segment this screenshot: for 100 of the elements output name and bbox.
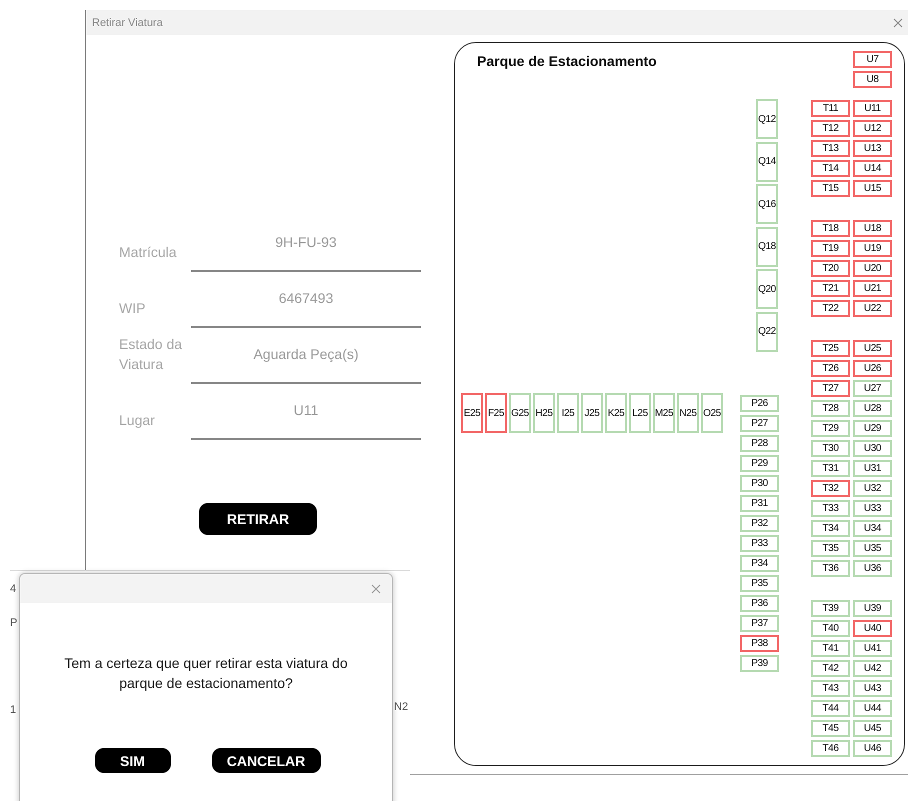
parking-spot[interactable]: P36 bbox=[740, 595, 779, 612]
parking-spot[interactable]: U7 bbox=[853, 51, 892, 68]
parking-spot[interactable]: P38 bbox=[740, 635, 779, 652]
parking-spot[interactable]: P35 bbox=[740, 575, 779, 592]
parking-spot[interactable]: O25 bbox=[701, 393, 723, 433]
parking-spot[interactable]: P37 bbox=[740, 615, 779, 632]
parking-spot[interactable]: T45 bbox=[811, 720, 850, 737]
parking-spot[interactable]: Q14 bbox=[756, 142, 778, 182]
parking-spot[interactable]: T21 bbox=[811, 280, 850, 297]
parking-spot[interactable]: U33 bbox=[853, 500, 892, 517]
parking-spot[interactable]: P28 bbox=[740, 435, 779, 452]
parking-spot[interactable]: U32 bbox=[853, 480, 892, 497]
parking-spot[interactable]: U34 bbox=[853, 520, 892, 537]
parking-spot[interactable]: T41 bbox=[811, 640, 850, 657]
parking-spot[interactable]: Q12 bbox=[756, 99, 778, 139]
parking-spot[interactable]: T13 bbox=[811, 140, 850, 157]
parking-spot[interactable]: G25 bbox=[509, 393, 531, 433]
parking-spot[interactable]: U11 bbox=[853, 100, 892, 117]
parking-spot[interactable]: Q18 bbox=[756, 226, 778, 266]
parking-spot[interactable]: T32 bbox=[811, 480, 850, 497]
parking-spot[interactable]: T44 bbox=[811, 700, 850, 717]
parking-spot[interactable]: T42 bbox=[811, 660, 850, 677]
parking-spot[interactable]: P30 bbox=[740, 475, 779, 492]
parking-spot[interactable]: T29 bbox=[811, 420, 850, 437]
parking-spot[interactable]: U28 bbox=[853, 400, 892, 417]
parking-spot[interactable]: T31 bbox=[811, 460, 850, 477]
parking-spot[interactable]: T36 bbox=[811, 560, 850, 577]
parking-spot[interactable]: P33 bbox=[740, 535, 779, 552]
parking-spot[interactable]: T27 bbox=[811, 380, 850, 397]
parking-spot[interactable]: U40 bbox=[853, 620, 892, 637]
parking-spot[interactable]: U21 bbox=[853, 280, 892, 297]
parking-spot[interactable]: U43 bbox=[853, 680, 892, 697]
parking-spot[interactable]: U35 bbox=[853, 540, 892, 557]
parking-spot[interactable]: U44 bbox=[853, 700, 892, 717]
parking-spot[interactable]: U41 bbox=[853, 640, 892, 657]
parking-spot[interactable]: T40 bbox=[811, 620, 850, 637]
parking-spot[interactable]: K25 bbox=[605, 393, 627, 433]
parking-spot[interactable]: P31 bbox=[740, 495, 779, 512]
parking-spot[interactable]: L25 bbox=[629, 393, 651, 433]
parking-spot[interactable]: T25 bbox=[811, 340, 850, 357]
cut-text: N2 bbox=[394, 701, 408, 713]
parking-spot[interactable]: U26 bbox=[853, 360, 892, 377]
parking-spot[interactable]: T30 bbox=[811, 440, 850, 457]
parking-spot[interactable]: U27 bbox=[853, 380, 892, 397]
parking-spot[interactable]: U39 bbox=[853, 600, 892, 617]
parking-spot[interactable]: T26 bbox=[811, 360, 850, 377]
parking-spot[interactable]: U13 bbox=[853, 140, 892, 157]
dialog-button[interactable]: CANCELAR bbox=[212, 748, 320, 773]
parking-spot[interactable]: I25 bbox=[557, 393, 579, 433]
parking-spot[interactable]: J25 bbox=[581, 393, 603, 433]
parking-spot[interactable]: U15 bbox=[853, 180, 892, 197]
parking-spot[interactable]: T39 bbox=[811, 600, 850, 617]
parking-spot[interactable]: T28 bbox=[811, 400, 850, 417]
parking-spot[interactable]: T20 bbox=[811, 260, 850, 277]
parking-spot[interactable]: U14 bbox=[853, 160, 892, 177]
parking-spot[interactable]: N25 bbox=[677, 393, 699, 433]
parking-spot[interactable]: T14 bbox=[811, 160, 850, 177]
close-icon[interactable] bbox=[893, 18, 903, 28]
parking-spot[interactable]: U12 bbox=[853, 120, 892, 137]
parking-spot[interactable]: U20 bbox=[853, 260, 892, 277]
parking-spot[interactable]: F25 bbox=[485, 393, 507, 433]
parking-spot[interactable]: U25 bbox=[853, 340, 892, 357]
parking-spot[interactable]: P39 bbox=[740, 655, 779, 672]
parking-spot[interactable]: U18 bbox=[853, 220, 892, 237]
parking-spot[interactable]: T12 bbox=[811, 120, 850, 137]
parking-spot[interactable]: T15 bbox=[811, 180, 850, 197]
parking-spot[interactable]: M25 bbox=[653, 393, 675, 433]
parking-spot[interactable]: T43 bbox=[811, 680, 850, 697]
parking-spot[interactable]: U19 bbox=[853, 240, 892, 257]
parking-spot[interactable]: U36 bbox=[853, 560, 892, 577]
parking-spot[interactable]: Q22 bbox=[756, 312, 778, 352]
parking-spot[interactable]: T22 bbox=[811, 300, 850, 317]
parking-spot[interactable]: P26 bbox=[740, 395, 779, 412]
parking-spot[interactable]: U31 bbox=[853, 460, 892, 477]
retirar-button[interactable]: RETIRAR bbox=[199, 503, 317, 535]
parking-spot[interactable]: T18 bbox=[811, 220, 850, 237]
parking-spot[interactable]: T11 bbox=[811, 100, 850, 117]
parking-spot[interactable]: T46 bbox=[811, 740, 850, 757]
parking-spot[interactable]: E25 bbox=[461, 393, 483, 433]
parking-spot[interactable]: T33 bbox=[811, 500, 850, 517]
parking-spot[interactable]: T34 bbox=[811, 520, 850, 537]
parking-spot[interactable]: P32 bbox=[740, 515, 779, 532]
parking-spot[interactable]: P27 bbox=[740, 415, 779, 432]
parking-spot[interactable]: U8 bbox=[853, 71, 892, 88]
parking-spot[interactable]: T19 bbox=[811, 240, 850, 257]
parking-spot[interactable]: U46 bbox=[853, 740, 892, 757]
parking-spot[interactable]: U45 bbox=[853, 720, 892, 737]
parking-spot[interactable]: P34 bbox=[740, 555, 779, 572]
parking-spot[interactable]: U22 bbox=[853, 300, 892, 317]
parking-spot[interactable]: Q20 bbox=[756, 269, 778, 309]
parking-spot[interactable]: Q16 bbox=[756, 184, 778, 224]
parking-spot[interactable]: P29 bbox=[740, 455, 779, 472]
field-label: WIP bbox=[119, 299, 146, 318]
parking-spot[interactable]: U29 bbox=[853, 420, 892, 437]
dialog-button[interactable]: SIM bbox=[94, 748, 170, 773]
parking-spot[interactable]: U30 bbox=[853, 440, 892, 457]
parking-spot[interactable]: T35 bbox=[811, 540, 850, 557]
parking-spot[interactable]: H25 bbox=[533, 393, 555, 433]
parking-spot[interactable]: U42 bbox=[853, 660, 892, 677]
close-icon[interactable] bbox=[371, 584, 381, 594]
